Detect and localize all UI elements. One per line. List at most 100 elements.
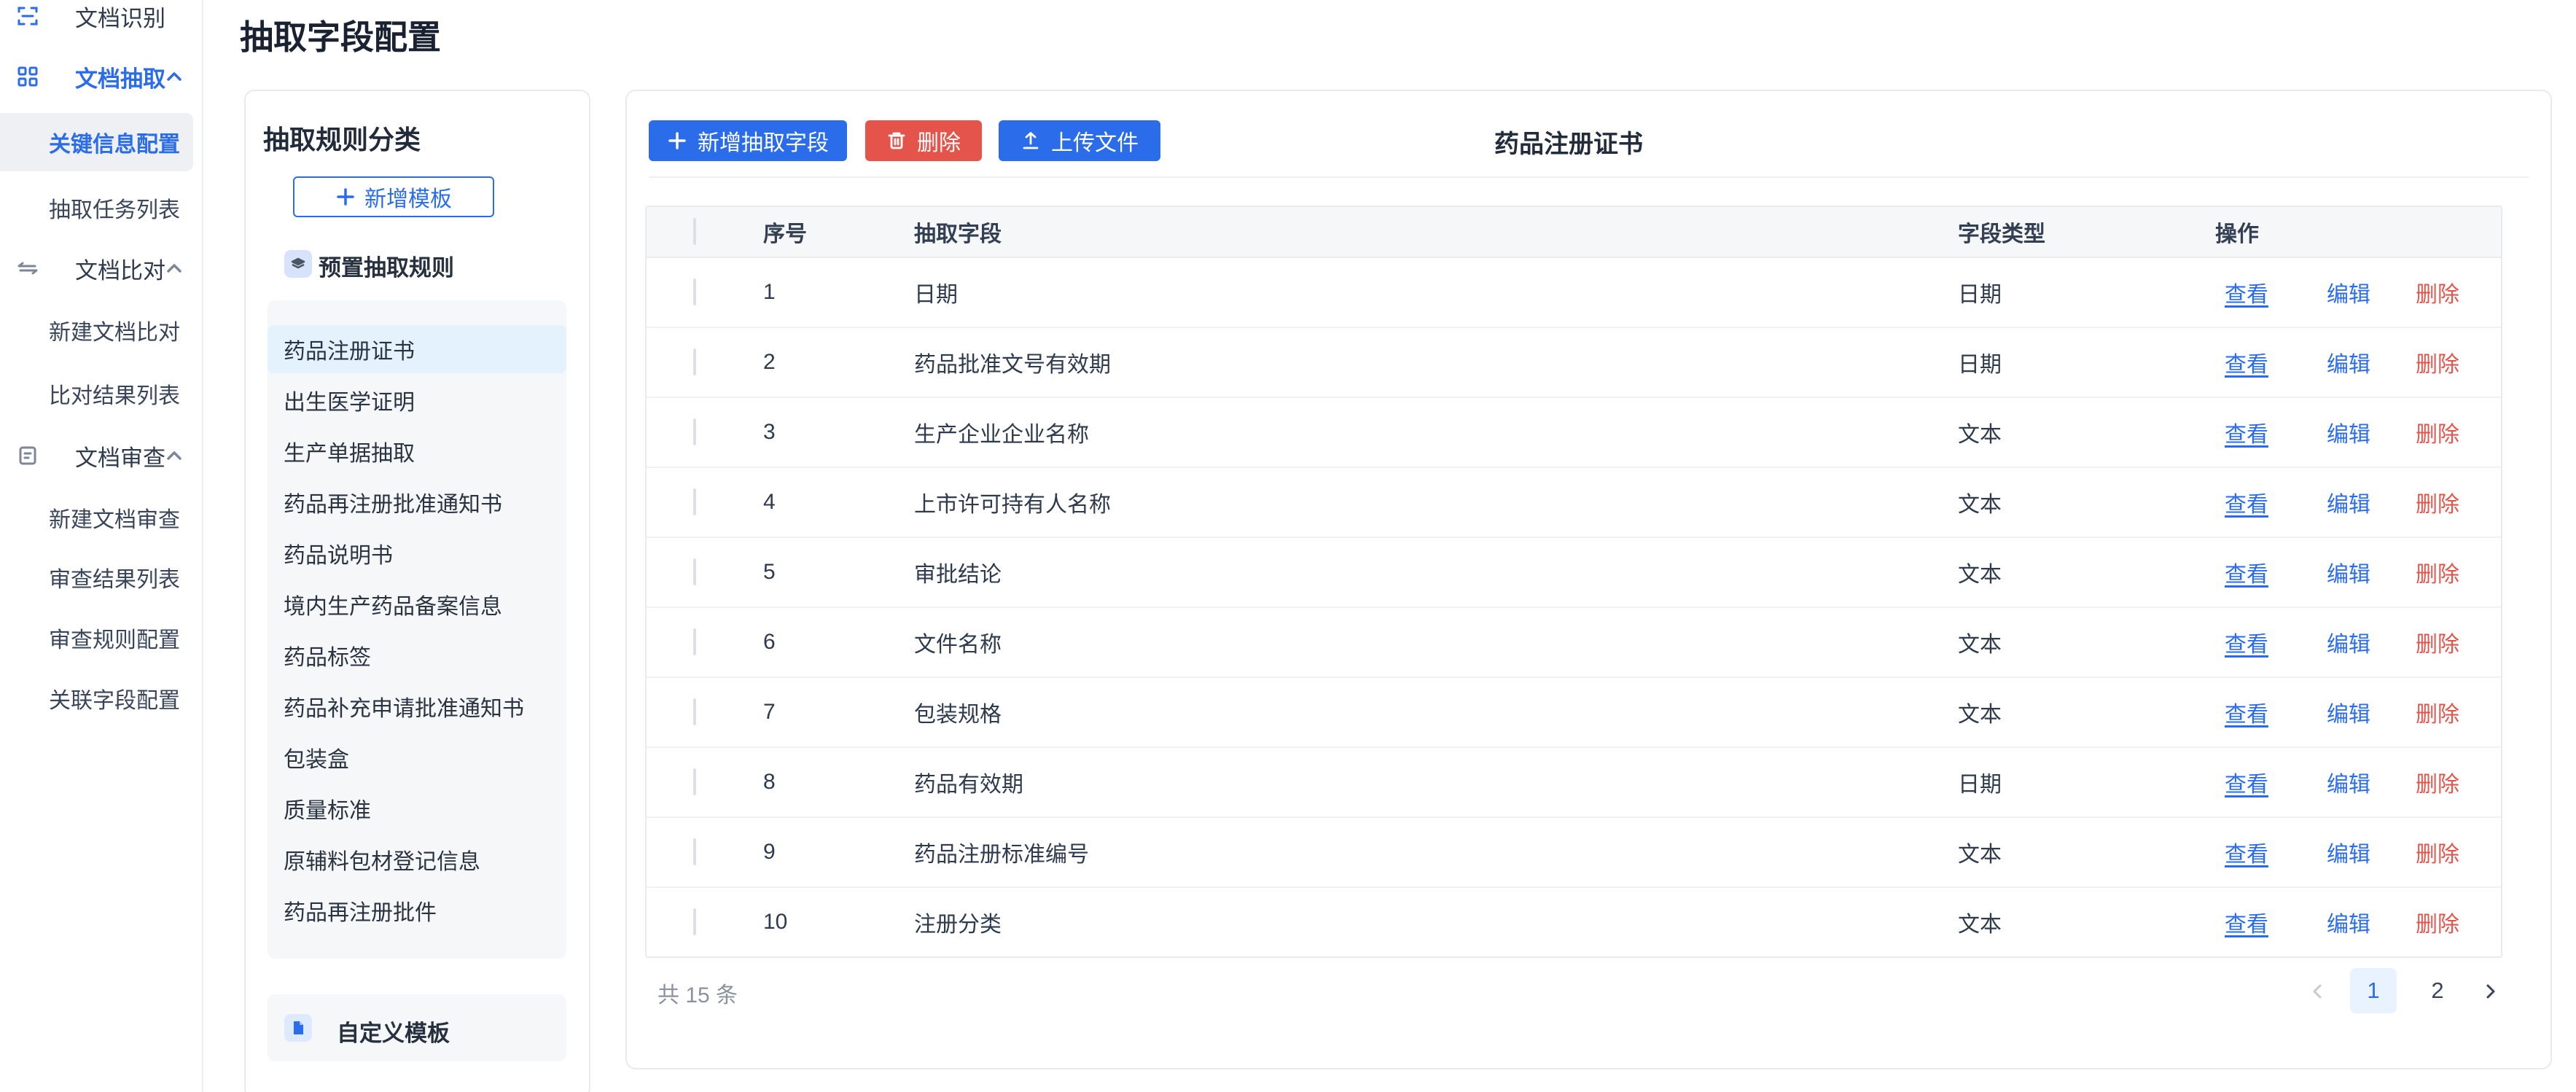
row-checkbox[interactable] [693, 698, 696, 725]
column-header-no: 序号 [763, 222, 807, 246]
row-field: 审批结论 [914, 563, 1002, 587]
sidebar-item-key-info-config[interactable]: 关键信息配置 [0, 113, 193, 171]
row-checkbox[interactable] [693, 488, 696, 515]
plus-icon [337, 188, 354, 206]
pagination-prev-button[interactable] [2303, 977, 2333, 1006]
edit-link[interactable]: 编辑 [2327, 626, 2370, 658]
select-all-checkbox[interactable] [693, 218, 696, 245]
add-template-button[interactable]: 新增模板 [293, 176, 494, 217]
rule-item[interactable]: 包装盒 [268, 736, 566, 779]
rule-item[interactable]: 药品补充申请批准通知书 [268, 685, 566, 728]
sidebar-item-related-fields-config[interactable]: 关联字段配置 [0, 676, 202, 720]
row-checkbox[interactable] [693, 768, 696, 795]
row-checkbox[interactable] [693, 278, 696, 305]
row-checkbox[interactable] [693, 838, 696, 865]
sidebar-item-label: 审查规则配置 [49, 628, 180, 652]
upload-icon [1023, 132, 1039, 149]
table-row: 1 日期 日期 查看 编辑 删除 [647, 258, 2501, 328]
delete-link[interactable]: 删除 [2416, 276, 2459, 308]
chevron-up-icon[interactable] [163, 257, 185, 279]
edit-link[interactable]: 编辑 [2327, 906, 2370, 938]
row-type: 文本 [1958, 423, 2002, 447]
custom-templates-icon [284, 1014, 312, 1042]
rule-item[interactable]: 质量标准 [268, 787, 566, 830]
view-link[interactable]: 查看 [2225, 556, 2268, 588]
delete-link[interactable]: 删除 [2416, 416, 2459, 448]
view-link[interactable]: 查看 [2225, 346, 2268, 378]
rule-item[interactable]: 药品标签 [268, 633, 566, 677]
row-no: 1 [763, 280, 776, 304]
sidebar-item-review-rules-config[interactable]: 审查规则配置 [0, 616, 202, 660]
delete-link[interactable]: 删除 [2416, 346, 2459, 378]
row-checkbox[interactable] [693, 348, 696, 375]
sidebar-item-extraction-task-list[interactable]: 抽取任务列表 [0, 186, 202, 230]
view-link[interactable]: 查看 [2225, 696, 2268, 728]
pagination-page-2[interactable]: 2 [2414, 968, 2461, 1013]
view-link[interactable]: 查看 [2225, 486, 2268, 518]
preset-rules-section-header[interactable]: 预置抽取规则 [246, 246, 589, 282]
sidebar-item-new-compare[interactable]: 新建文档比对 [0, 308, 202, 352]
rule-item[interactable]: 药品再注册批准通知书 [268, 480, 566, 524]
delete-link[interactable]: 删除 [2416, 486, 2459, 518]
row-no: 4 [763, 490, 776, 514]
view-link[interactable]: 查看 [2225, 626, 2268, 658]
row-checkbox[interactable] [693, 558, 696, 585]
sidebar-item-doc-extraction[interactable]: 文档抽取 [0, 55, 202, 98]
delete-link[interactable]: 删除 [2416, 836, 2459, 868]
rule-item-selected[interactable]: 药品注册证书 [268, 325, 566, 373]
view-link[interactable]: 查看 [2225, 906, 2268, 938]
chevron-up-icon[interactable] [163, 66, 185, 87]
delete-link[interactable]: 删除 [2416, 626, 2459, 658]
row-checkbox[interactable] [693, 908, 696, 935]
view-link[interactable]: 查看 [2225, 276, 2268, 308]
sidebar-item-new-review[interactable]: 新建文档审查 [0, 496, 202, 539]
delete-link[interactable]: 删除 [2416, 696, 2459, 728]
view-link[interactable]: 查看 [2225, 766, 2268, 798]
rule-item[interactable]: 原辅料包材登记信息 [268, 838, 566, 881]
upload-file-button[interactable]: 上传文件 [999, 120, 1160, 161]
edit-link[interactable]: 编辑 [2327, 696, 2370, 728]
view-link[interactable]: 查看 [2225, 416, 2268, 448]
add-field-button[interactable]: 新增抽取字段 [649, 120, 847, 161]
rule-item[interactable]: 药品说明书 [268, 531, 566, 575]
chevron-up-icon[interactable] [163, 445, 185, 467]
custom-templates-section-header[interactable]: 自定义模板 [268, 994, 566, 1061]
rule-item[interactable]: 药品再注册批件 [268, 889, 566, 932]
delete-link[interactable]: 删除 [2416, 906, 2459, 938]
edit-link[interactable]: 编辑 [2327, 486, 2370, 518]
sidebar-item-compare-results[interactable]: 比对结果列表 [0, 372, 202, 416]
row-no: 7 [763, 700, 776, 724]
edit-link[interactable]: 编辑 [2327, 276, 2370, 308]
rule-item[interactable]: 境内生产药品备案信息 [268, 582, 566, 626]
row-field: 包装规格 [914, 703, 1002, 727]
rule-item-label: 药品补充申请批准通知书 [284, 697, 524, 721]
row-checkbox[interactable] [693, 418, 696, 445]
rule-item[interactable]: 出生医学证明 [268, 378, 566, 422]
view-link[interactable]: 查看 [2225, 836, 2268, 868]
row-checkbox[interactable] [693, 628, 696, 655]
edit-link[interactable]: 编辑 [2327, 766, 2370, 798]
sidebar-item-doc-review[interactable]: 文档审查 [0, 434, 202, 477]
sidebar-item-review-results[interactable]: 审查结果列表 [0, 555, 202, 599]
delete-button[interactable]: 删除 [865, 120, 982, 161]
sidebar-item-doc-compare[interactable]: 文档比对 [0, 246, 202, 290]
edit-link[interactable]: 编辑 [2327, 416, 2370, 448]
edit-link[interactable]: 编辑 [2327, 346, 2370, 378]
edit-link[interactable]: 编辑 [2327, 556, 2370, 588]
sidebar-item-doc-recognition[interactable]: 文档识别 [0, 0, 202, 38]
pagination-page-1[interactable]: 1 [2350, 968, 2397, 1013]
rule-item-label: 药品标签 [284, 646, 371, 670]
edit-link[interactable]: 编辑 [2327, 836, 2370, 868]
row-field: 药品批准文号有效期 [914, 353, 1111, 377]
add-template-label: 新增模板 [364, 187, 452, 211]
pagination-next-button[interactable] [2475, 977, 2505, 1006]
preset-rules-icon [284, 250, 312, 278]
sidebar-item-label: 比对结果列表 [49, 384, 180, 408]
delete-link[interactable]: 删除 [2416, 556, 2459, 588]
delete-link[interactable]: 删除 [2416, 766, 2459, 798]
row-type: 文本 [1958, 563, 2002, 587]
row-type: 日期 [1958, 283, 2002, 307]
sidebar-item-label: 文档识别 [75, 5, 165, 31]
rule-item[interactable]: 生产单据抽取 [268, 429, 566, 473]
row-no: 9 [763, 840, 776, 864]
